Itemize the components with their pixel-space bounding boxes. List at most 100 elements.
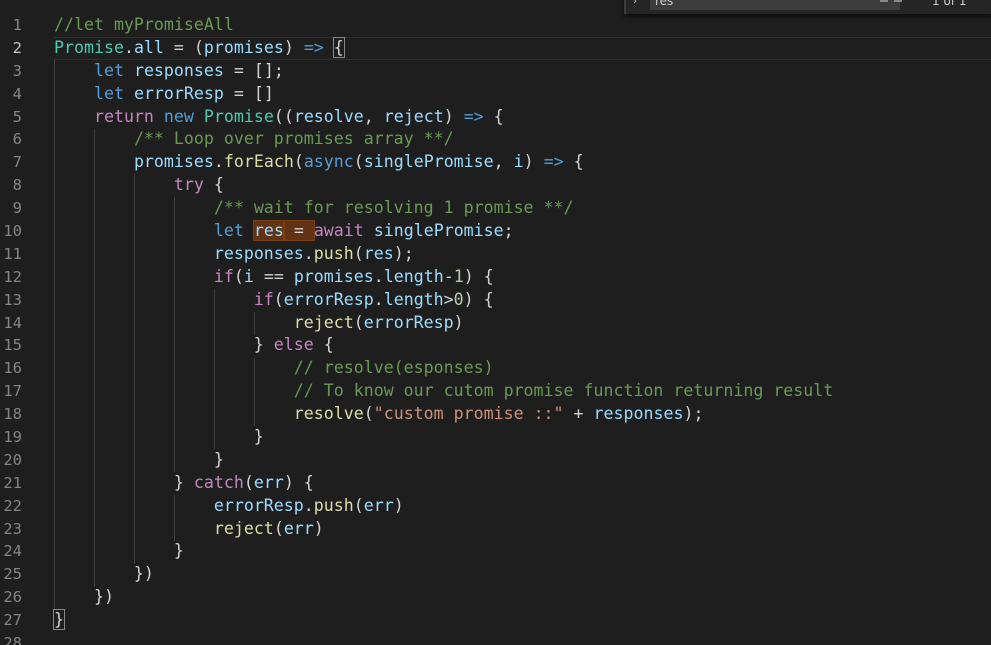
code-token: ( [273,518,284,538]
code-token: . [303,243,314,263]
code-token: ) { [463,289,494,309]
code-line[interactable]: errorResp.push(err) [54,495,991,518]
code-token: err [253,472,284,492]
code-token: res [363,243,394,263]
chevron-right-icon[interactable]: › [632,0,642,8]
line-number: 21 [3,473,22,492]
code-token: /** Loop over promises array **/ [133,129,454,149]
code-token: async [303,152,354,172]
code-token: } [54,449,224,469]
code-line[interactable]: //let myPromiseAll [54,14,991,37]
code-token: . [373,289,384,309]
code-editor[interactable]: 1 2 3 4 5 6 7 8 9 10 11 12 13 14 15 16 17 18 19 20 21 22 23 24 2… [0,0,991,645]
code-line[interactable]: } [54,426,991,449]
code-token: i [513,152,524,172]
code-token: length [383,266,444,286]
code-token: push [313,495,354,515]
line-number: 20 [3,450,22,469]
indent-guide [173,494,175,541]
code-line[interactable]: /** wait for resolving 1 promise **/ [54,197,991,220]
line-number: 3 [12,61,22,80]
code-token: let [93,60,124,80]
code-token: = [282,220,315,242]
code-token: { [313,335,334,355]
code-line[interactable]: } [53,609,991,632]
code-line[interactable]: let responses = []; [54,60,991,83]
code-line[interactable]: reject(errorResp) [54,312,991,335]
code-line[interactable]: reject(err) [54,518,991,541]
line-number: 25 [3,565,22,584]
code-line[interactable]: } catch(err) { [54,472,991,495]
code-token: responses [213,243,304,263]
line-number: 1 [12,16,22,34]
line-number: 13 [3,290,22,309]
line-number: 9 [12,199,22,218]
code-token: length [383,289,444,309]
code-token: await [313,221,364,241]
match-case-icon[interactable] [880,0,888,2]
code-token: i [243,266,254,286]
code-area[interactable]: //let myPromiseAll Promise.all = (promise… [53,14,991,645]
line-number: 5 [12,107,22,126]
code-line[interactable]: try { [54,174,991,197]
code-token: ) { [463,266,494,286]
code-line[interactable]: promises.forEach(async(singlePromise, i)… [54,151,991,174]
code-token: ) [443,106,464,126]
code-token: { [332,36,345,58]
find-input[interactable]: res [650,0,900,10]
code-line[interactable]: // To know our cutom promise function re… [54,380,991,403]
code-token: ( [273,289,284,309]
line-number: 22 [3,496,22,515]
code-line[interactable]: // resolve(esponses) [54,357,991,380]
code-token: { [563,152,584,172]
code-line[interactable]: if(errorResp.length>0) { [54,289,991,312]
code-line[interactable]: return new Promise((resolve, reject) => … [54,106,991,129]
code-token: { [203,175,224,195]
code-token: ); [393,243,414,263]
code-token: ) [313,518,324,538]
code-token: try [173,175,204,195]
code-token: promises [293,266,374,286]
code-token: res [252,220,285,242]
code-line[interactable] [54,632,991,645]
line-number: 11 [3,244,22,263]
code-line[interactable]: if(i == promises.length-1) { [54,266,991,289]
code-token: // To know our cutom promise function re… [293,381,834,401]
code-token: 1 [453,266,464,286]
code-line[interactable]: }) [54,563,991,586]
whole-word-icon[interactable] [894,0,902,2]
code-token: => [303,37,324,57]
code-line[interactable]: }) [54,586,991,609]
code-line[interactable]: } [54,540,991,563]
code-token: promises [133,152,214,172]
code-token: ( [353,312,364,332]
line-number: 4 [12,84,22,103]
code-line[interactable]: /** Loop over promises array **/ [54,128,991,151]
line-number: 8 [12,176,22,195]
code-token: ; [503,221,514,241]
code-line[interactable]: let errorResp = [] [54,83,991,106]
code-token: errorResp [213,495,304,515]
code-token: push [313,243,354,263]
code-token: } [53,609,65,631]
code-line[interactable]: Promise.all = (promises) => { [54,36,991,60]
line-number: 12 [3,267,22,286]
code-token: reject [213,518,274,538]
code-token: . [213,152,224,172]
line-number-gutter: 1 2 3 4 5 6 7 8 9 10 11 12 13 14 15 16 17 18 19 20 21 22 23 24 2… [0,14,40,645]
line-number: 24 [3,542,22,561]
code-token: ) { [283,472,314,492]
code-line[interactable]: resolve("custom promise ::" + responses)… [54,403,991,426]
code-line[interactable]: } else { [54,334,991,357]
code-token: ( [353,243,364,263]
code-line[interactable]: responses.push(res); [54,243,991,266]
indent-guide [173,197,175,472]
code-token: errorResp [363,312,454,332]
code-line[interactable]: let res = await singlePromise; [54,220,991,243]
code-line[interactable]: } [54,449,991,472]
